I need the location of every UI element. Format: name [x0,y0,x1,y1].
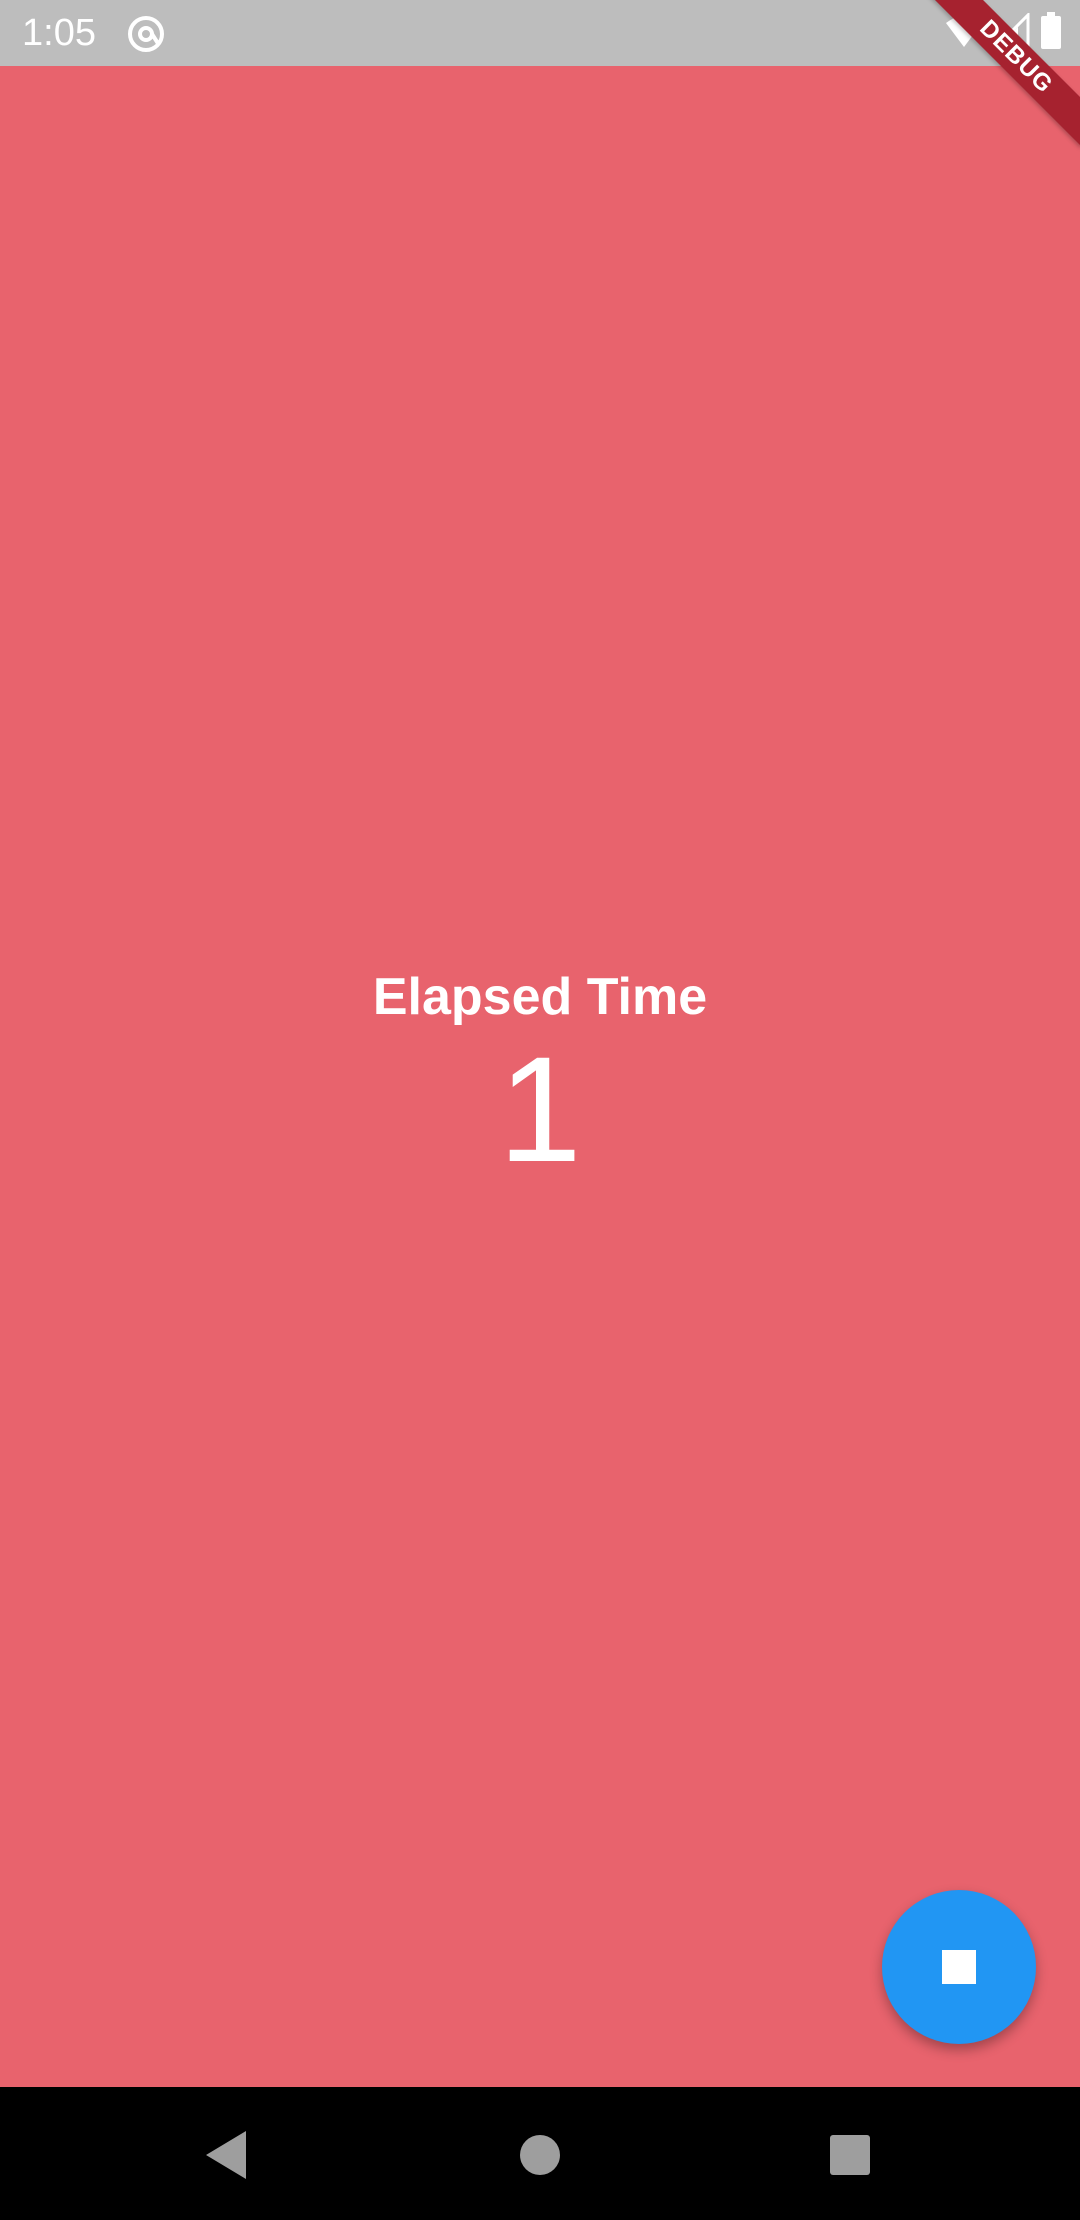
recents-square-icon [829,2134,871,2181]
timer-display: Elapsed Time 1 [0,966,1080,1184]
timer-screen: Elapsed Time 1 [0,66,1080,2087]
app-screen: 1:05 Elapsed Time 1 DEBUG [0,0,1080,2220]
at-sign-icon [126,14,166,54]
back-button[interactable] [196,2127,256,2187]
wifi-icon [944,13,984,54]
elapsed-time-label: Elapsed Time [372,968,708,1026]
cellular-signal-icon [992,10,1030,54]
battery-icon [1040,11,1062,55]
stop-icon [942,1950,976,1984]
back-triangle-icon [202,2129,250,2186]
status-bar: 1:05 [0,0,1080,66]
status-time: 1:05 [22,12,96,54]
home-circle-icon [519,2134,561,2181]
status-icons [944,10,1062,55]
stop-button[interactable] [882,1890,1036,2044]
elapsed-time-value: 1 [498,1025,582,1193]
recents-button[interactable] [820,2127,880,2187]
system-nav-bar [0,2087,1080,2220]
home-button[interactable] [510,2127,570,2187]
